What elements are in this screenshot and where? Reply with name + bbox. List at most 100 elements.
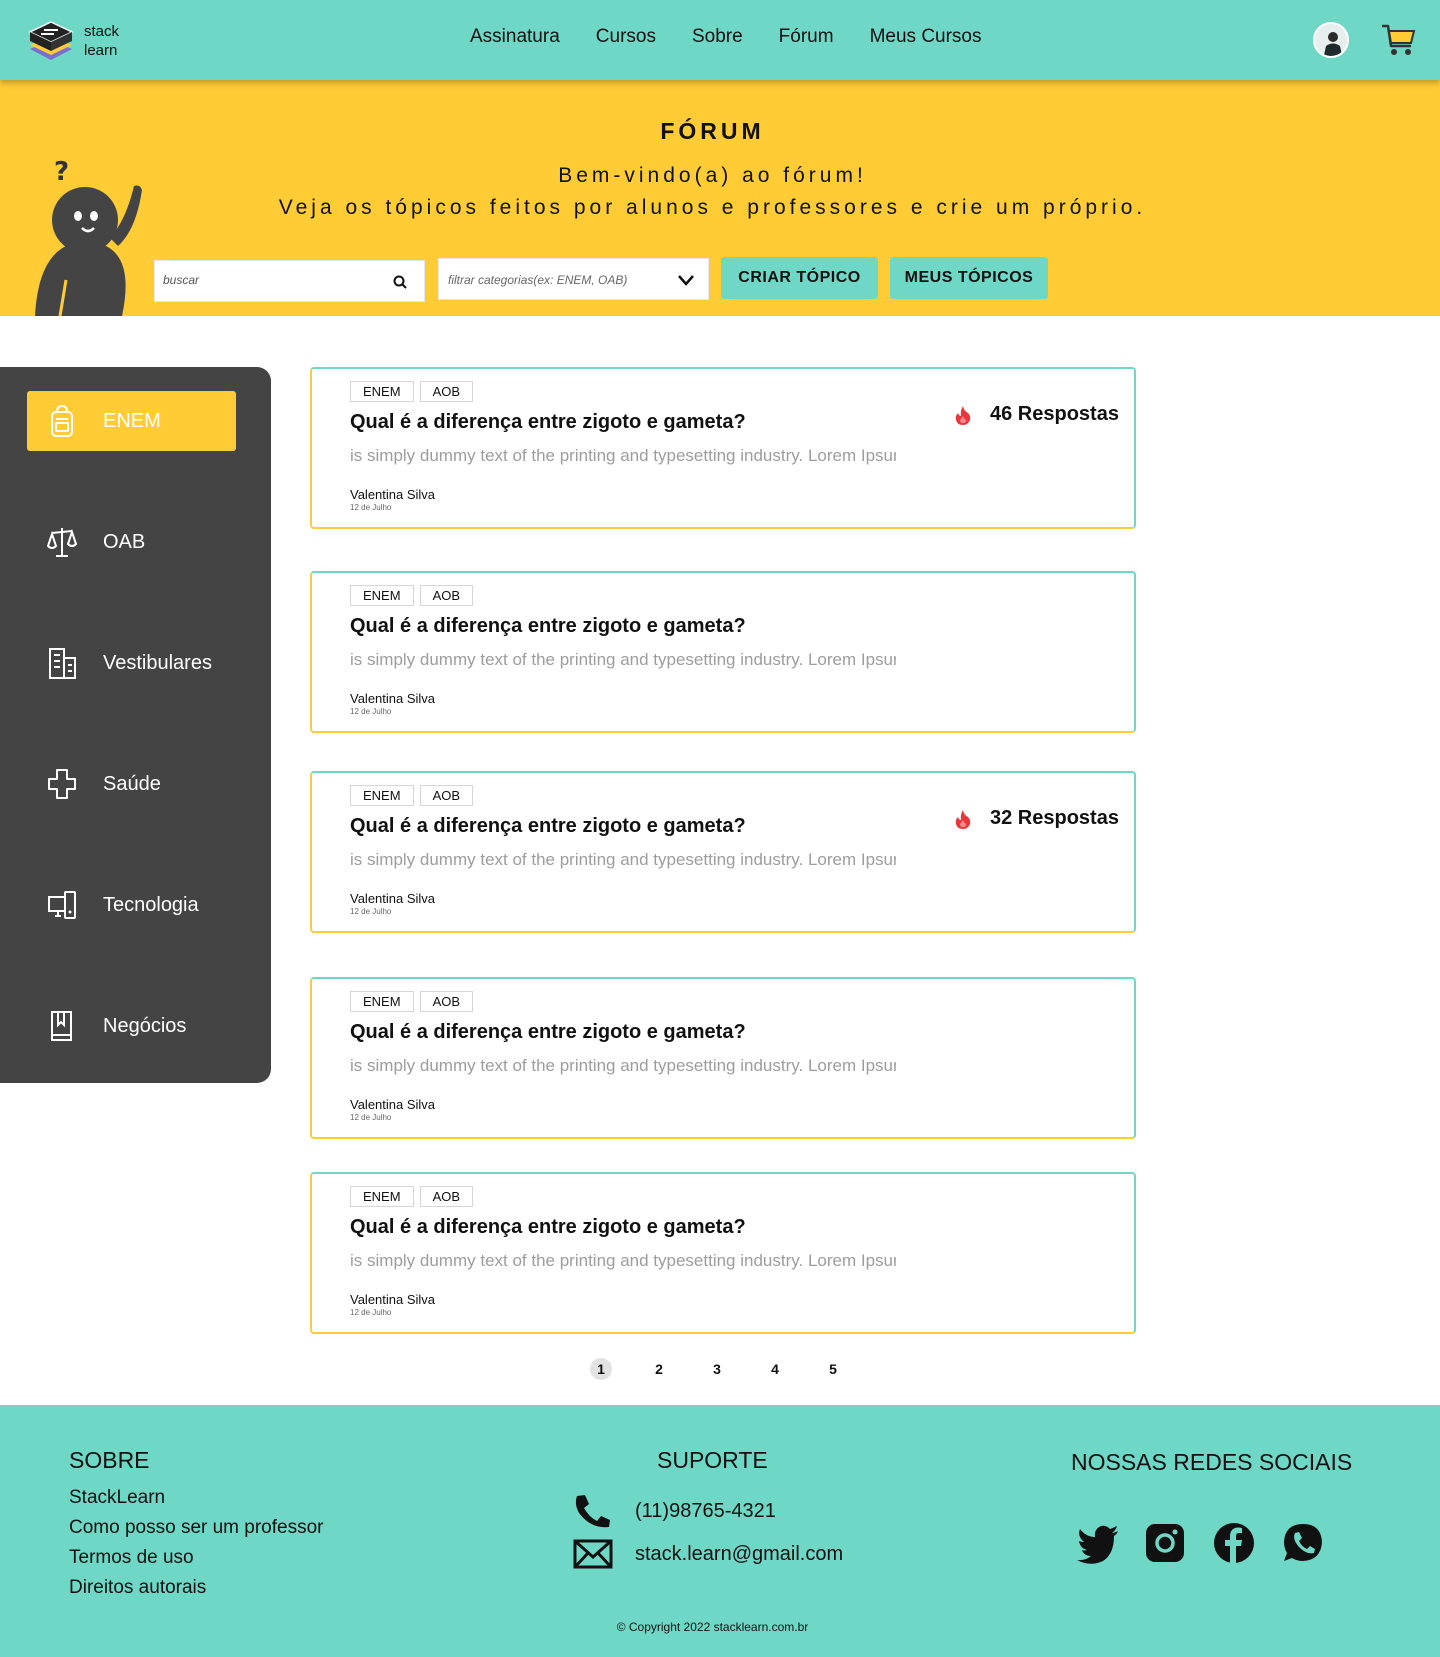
site-footer: SOBRE StackLearn Como posso ser um profe… — [0, 1405, 1440, 1657]
footer-link-termos[interactable]: Termos de uso — [69, 1547, 194, 1569]
topic-card[interactable]: ENEM AOB Qual é a diferença entre zigoto e… — [310, 977, 1136, 1139]
replies-count: 46 Respostas — [990, 403, 1119, 425]
top-header: stack learn Assinatura Cursos Sobre Fóru… — [0, 0, 1440, 80]
topic-date: 12 de Julho — [350, 1308, 392, 1317]
backpack-icon — [51, 404, 73, 437]
topic-excerpt: is simply dummy text of the printing and… — [350, 850, 896, 869]
sidebar-item-vestibulares[interactable]: Vestibulares — [27, 633, 236, 693]
facebook-icon[interactable] — [1212, 1521, 1256, 1565]
topic-card[interactable]: ENEM AOB Qual é a diferença entre zigoto e… — [310, 367, 1136, 529]
twitter-icon[interactable] — [1076, 1521, 1120, 1565]
topic-title[interactable]: Qual é a diferença entre zigoto e gameta… — [350, 1021, 746, 1044]
footer-phone: (11)98765-4321 — [635, 1499, 776, 1522]
sidebar-item-oab[interactable]: OAB — [27, 512, 236, 572]
topic-card[interactable]: ENEM AOB Qual é a diferença entre zigoto e… — [310, 1172, 1136, 1334]
topic-excerpt: is simply dummy text of the printing and… — [350, 446, 896, 465]
whatsapp-icon[interactable] — [1281, 1521, 1325, 1565]
topic-tag[interactable]: AOB — [419, 785, 474, 806]
footer-email: stack.learn@gmail.com — [635, 1542, 844, 1565]
topic-tag[interactable]: AOB — [419, 991, 474, 1012]
book-icon — [51, 1011, 72, 1041]
scales-icon — [47, 528, 77, 557]
brand-line1: stack — [84, 23, 120, 40]
footer-link-stacklearn[interactable]: StackLearn — [69, 1487, 165, 1509]
my-topics-button[interactable]: MEUS TÓPICOS — [890, 257, 1048, 299]
topic-excerpt: is simply dummy text of the printing and… — [350, 650, 896, 669]
welcome-text: Bem-vindo(a) ao fórum! — [558, 164, 867, 187]
devices-icon — [48, 891, 76, 919]
topic-title[interactable]: Qual é a diferença entre zigoto e gameta… — [350, 815, 746, 838]
topic-tag[interactable]: ENEM — [350, 381, 414, 402]
topic-tags: ENEM AOB — [350, 785, 479, 806]
user-avatar[interactable] — [1313, 22, 1349, 58]
topic-replies: 32 Respostas — [954, 807, 1119, 830]
topic-card[interactable]: ENEM AOB Qual é a diferença entre zigoto e… — [310, 571, 1136, 733]
topic-tag[interactable]: ENEM — [350, 991, 414, 1012]
category-filter-select[interactable]: filtrar categorias(ex: ENEM, OAB) — [438, 258, 709, 300]
topic-tag[interactable]: ENEM — [350, 785, 414, 806]
sidebar-label-saude: Saúde — [103, 772, 161, 795]
page-5-button[interactable]: 5 — [822, 1358, 844, 1380]
topic-date: 12 de Julho — [350, 1113, 392, 1122]
mail-icon — [573, 1539, 613, 1569]
sidebar-item-enem[interactable]: ENEM — [27, 391, 236, 451]
topic-tag[interactable]: AOB — [419, 585, 474, 606]
topic-replies: 46 Respostas — [954, 403, 1119, 426]
phone-icon — [575, 1495, 610, 1528]
page-4-button[interactable]: 4 — [764, 1358, 786, 1380]
copyright-text: © Copyright 2022 stacklearn.com.br — [616, 1620, 809, 1634]
topic-title[interactable]: Qual é a diferença entre zigoto e gameta… — [350, 615, 746, 638]
welcome-description: Veja os tópicos feitos por alunos e prof… — [278, 196, 1147, 219]
fire-icon — [955, 809, 971, 829]
nav-forum[interactable]: Fórum — [779, 26, 834, 48]
topic-tag[interactable]: AOB — [419, 1186, 474, 1207]
topic-tag[interactable]: ENEM — [350, 585, 414, 606]
footer-phone-row[interactable]: (11)98765-4321 — [573, 1493, 776, 1529]
brand-line2: learn — [84, 42, 118, 59]
topic-author: Valentina Silva — [350, 1292, 436, 1307]
topic-tag[interactable]: AOB — [419, 381, 474, 402]
forum-hero: ? FÓRUM Bem-vindo(a) ao fórum! Veja os t… — [0, 80, 1440, 316]
medical-cross-icon — [48, 769, 76, 799]
pagination: 1 2 3 4 5 — [590, 1358, 880, 1380]
sidebar-item-saude[interactable]: Saúde — [27, 754, 236, 814]
fire-icon — [955, 405, 971, 425]
nav-meus-cursos[interactable]: Meus Cursos — [870, 26, 982, 48]
topic-excerpt: is simply dummy text of the printing and… — [350, 1251, 896, 1270]
create-topic-button[interactable]: CRIAR TÓPICO — [721, 257, 878, 299]
cart-icon[interactable] — [1380, 22, 1416, 58]
instagram-icon[interactable] — [1143, 1521, 1187, 1565]
brand-logo[interactable]: stack learn — [28, 18, 148, 64]
main-nav: Assinatura Cursos Sobre Fórum Meus Curso… — [470, 26, 1018, 48]
topic-author: Valentina Silva — [350, 691, 436, 706]
page-2-button[interactable]: 2 — [648, 1358, 670, 1380]
topic-tags: ENEM AOB — [350, 1186, 479, 1207]
sidebar-label-enem: ENEM — [103, 409, 161, 432]
replies-count: 32 Respostas — [990, 807, 1119, 829]
search-box — [154, 260, 425, 302]
stack-logo-icon — [28, 21, 74, 60]
search-icon[interactable] — [392, 274, 408, 290]
footer-email-row[interactable]: stack.learn@gmail.com — [573, 1536, 843, 1572]
topic-tags: ENEM AOB — [350, 381, 479, 402]
user-photo-icon — [1315, 24, 1347, 56]
topic-tags: ENEM AOB — [350, 991, 479, 1012]
filter-placeholder: filtrar categorias(ex: ENEM, OAB) — [448, 273, 628, 287]
topic-date: 12 de Julho — [350, 907, 392, 916]
nav-sobre[interactable]: Sobre — [692, 26, 743, 48]
topic-tag[interactable]: ENEM — [350, 1186, 414, 1207]
sidebar-item-tecnologia[interactable]: Tecnologia — [27, 875, 236, 935]
page-3-button[interactable]: 3 — [706, 1358, 728, 1380]
nav-cursos[interactable]: Cursos — [596, 26, 656, 48]
page-1-button[interactable]: 1 — [590, 1358, 612, 1380]
footer-link-professor[interactable]: Como posso ser um professor — [69, 1517, 324, 1539]
search-input[interactable] — [163, 273, 383, 287]
footer-support-heading: SUPORTE — [657, 1447, 768, 1473]
topic-card[interactable]: ENEM AOB Qual é a diferença entre zigoto e… — [310, 771, 1136, 933]
footer-link-direitos[interactable]: Direitos autorais — [69, 1577, 206, 1599]
topic-title[interactable]: Qual é a diferença entre zigoto e gameta… — [350, 1216, 746, 1239]
topic-title[interactable]: Qual é a diferença entre zigoto e gameta… — [350, 411, 746, 434]
sidebar-label-negocios: Negócios — [103, 1014, 187, 1037]
nav-assinatura[interactable]: Assinatura — [470, 26, 560, 48]
sidebar-item-negocios[interactable]: Negócios — [27, 996, 236, 1056]
